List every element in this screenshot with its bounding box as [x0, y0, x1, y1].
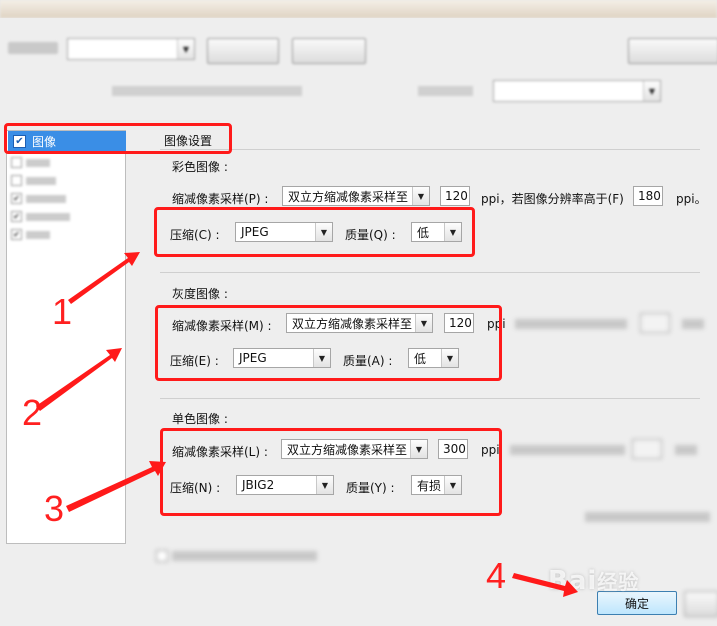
color-downsample-label: 缩减像素采样(P) :	[172, 192, 269, 206]
annotation-number-2: 2	[22, 392, 43, 433]
annotation-number-4: 4	[486, 555, 507, 596]
gray-above-input[interactable]	[640, 313, 670, 333]
delete-settings-button[interactable]	[292, 38, 366, 64]
checkbox-icon	[11, 175, 22, 186]
annotation-box-2	[155, 305, 502, 381]
color-ppi-text: ppi，若图像分辨率高于(F)	[481, 192, 624, 206]
title-bar	[0, 0, 717, 18]
checkbox-icon	[11, 157, 22, 168]
tree-item[interactable]: ✔	[11, 229, 50, 240]
mono-above-label	[510, 445, 625, 455]
settings-label	[8, 42, 58, 54]
annotation-number-1: 1	[52, 291, 73, 332]
tree-item[interactable]	[11, 175, 56, 186]
tree-item[interactable]: ✔	[11, 193, 66, 204]
chevron-down-icon: ▼	[643, 81, 660, 101]
gray-ppi-unit	[682, 319, 704, 329]
color-above-input[interactable]: 180	[633, 186, 663, 206]
checkbox-icon: ✔	[11, 193, 22, 204]
annotation-box-1	[154, 207, 475, 257]
tree-item[interactable]: ✔	[11, 211, 70, 222]
settings-tree: ✔ ✔ ✔	[6, 130, 126, 544]
mono-above-input[interactable]	[632, 439, 662, 459]
gray-above-label	[515, 319, 627, 329]
tree-item[interactable]	[11, 157, 50, 168]
annotation-box-sidebar	[4, 123, 232, 154]
checkbox-icon: ✔	[11, 211, 22, 222]
save-settings-button[interactable]	[207, 38, 279, 64]
mono-ppi-unit	[675, 445, 697, 455]
watermark-logo: Bai经验	[548, 566, 640, 596]
color-ppi-input[interactable]: 120	[440, 186, 470, 206]
save-as-settings-button[interactable]	[628, 38, 717, 64]
color-downsample-select[interactable]: 双立方缩减像素采样至 ▼	[282, 186, 430, 206]
mono-heading: 单色图像 :	[172, 412, 228, 426]
divider	[160, 272, 700, 273]
compatibility-label	[112, 86, 302, 96]
divider	[160, 398, 700, 399]
annotation-number-3: 3	[44, 488, 65, 529]
color-ppi-unit: ppi。	[676, 192, 707, 206]
standard-select[interactable]: ▼	[493, 80, 661, 102]
select-value: 双立方缩减像素采样至	[288, 189, 409, 204]
policy-label	[585, 512, 710, 522]
checkbox-icon: ✔	[11, 229, 22, 240]
color-heading: 彩色图像 :	[172, 160, 228, 174]
annotation-box-3	[160, 428, 502, 516]
chevron-down-icon: ▼	[177, 39, 194, 59]
standard-label	[418, 86, 473, 96]
divider	[160, 149, 700, 150]
chevron-down-icon: ▼	[412, 187, 429, 205]
merge-images-label	[172, 551, 317, 561]
cancel-button[interactable]	[684, 591, 717, 617]
settings-select[interactable]: ▼	[67, 38, 195, 60]
checkbox-icon[interactable]	[156, 550, 168, 562]
gray-heading: 灰度图像 :	[172, 287, 228, 301]
